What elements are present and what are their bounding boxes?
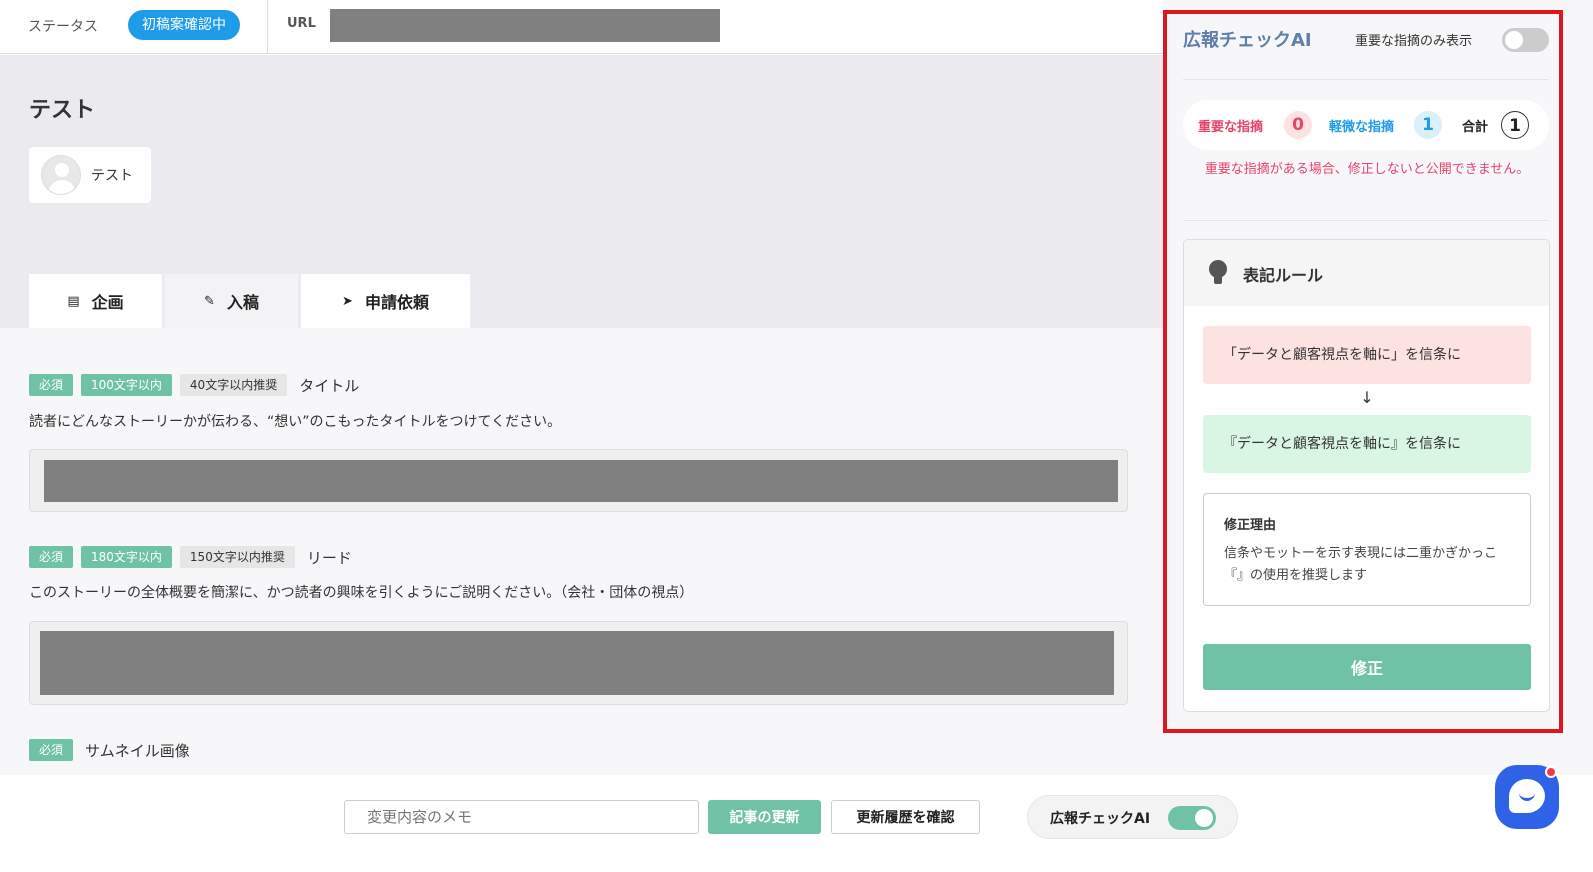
redacted-content [40,631,1114,695]
field-description: このストーリーの全体概要を簡潔に、かつ読者の興味を引くようにご説明ください。（会… [29,585,694,601]
avatar [41,155,81,195]
view-history-button[interactable]: 更新履歴を確認 [831,800,980,834]
tab-planning[interactable]: ▤ 企画 [29,274,162,328]
reason-box: 修正理由 信条やモットーを示す表現には二重かぎかっこ『』の使用を推奨します [1203,493,1531,606]
total-count: 1 [1501,111,1529,139]
redacted-content [44,460,1118,502]
limit-tag: 180文字以内 [81,546,172,568]
tab-label: 入稿 [226,293,259,312]
thumbnail-field-header: 必須 サムネイル画像 [29,739,190,761]
bottom-action-bar: 記事の更新 更新履歴を確認 広報チェックAI [0,775,1593,872]
url-label: URL [287,16,316,31]
title-input[interactable] [29,449,1128,512]
total-count-label: 合計 [1462,120,1489,135]
page: ステータス 初稿案確認中 URL テスト テスト ▤ 企画 ✎ 入稿 ➤ 申請依… [0,0,1593,872]
after-text: 『データと顧客視点を軸に』を信条に [1203,415,1531,473]
issue-count-summary: 重要な指摘 0 軽微な指摘 1 合計 1 [1183,100,1549,150]
header: ステータス 初稿案確認中 URL [0,0,1163,54]
title-field-header: 必須 100文字以内 40文字以内推奨 タイトル [29,374,359,396]
calendar-icon: ▤ [67,293,80,309]
field-label: サムネイル画像 [85,741,190,760]
reason-text: 信条やモットーを示す表現には二重かぎかっこ『』の使用を推奨します [1224,546,1498,583]
warning-message: 重要な指摘がある場合、修正しないと公開できません。 [1204,162,1530,177]
article-header-area: テスト テスト ▤ 企画 ✎ 入稿 ➤ 申請依頼 [0,55,1163,328]
fix-button[interactable]: 修正 [1203,644,1531,690]
pencil-icon: ✎ [204,293,215,309]
form-area: 必須 100文字以内 40文字以内推奨 タイトル 読者にどんなストーリーかが伝わ… [0,328,1163,775]
field-description: 読者にどんなストーリーかが伝わる、“想い”のこもったタイトルをつけてください。 [29,414,562,430]
update-article-button[interactable]: 記事の更新 [708,800,821,834]
divider [1183,220,1549,221]
rule-title: 表記ルール [1243,266,1324,285]
ai-check-toggle[interactable] [1168,806,1216,830]
divider [1183,79,1549,80]
rule-card: 表記ルール 「データと顧客視点を軸に」を信条に ↓ 『データと顧客視点を軸に』を… [1183,239,1550,712]
minor-count-label: 軽微な指摘 [1329,120,1395,135]
before-text: 「データと顧客視点を軸に」を信条に [1203,326,1531,384]
status-badge: 初稿案確認中 [128,10,240,40]
required-tag: 必須 [29,546,74,568]
ai-toggle-label: 広報チェックAI [1050,811,1151,827]
author-name: テスト [91,168,133,184]
lead-input[interactable] [29,621,1128,705]
important-only-toggle[interactable] [1502,28,1549,52]
recommend-tag: 40文字以内推奨 [179,374,288,396]
ai-panel-title: 広報チェックAI [1183,30,1312,51]
header-divider [267,0,268,54]
important-only-label: 重要な指摘のみ表示 [1355,34,1473,49]
author-card[interactable]: テスト [29,147,151,203]
tab-bar: ▤ 企画 ✎ 入稿 ➤ 申請依頼 [29,274,470,328]
lead-field-header: 必須 180文字以内 150文字以内推奨 リード [29,546,352,568]
rule-card-header: 表記ルール [1184,240,1549,306]
arrow-down-icon: ↓ [1360,388,1374,407]
send-icon: ➤ [342,293,353,309]
tab-request[interactable]: ➤ 申請依頼 [301,274,470,328]
limit-tag: 100文字以内 [81,374,172,396]
avatar-body [48,180,76,194]
url-field[interactable] [330,9,720,42]
important-count-label: 重要な指摘 [1198,120,1264,135]
avatar-head [55,163,69,177]
field-label: タイトル [299,376,360,395]
page-title: テスト [29,98,96,123]
toggle-knob [1505,31,1523,49]
required-tag: 必須 [29,739,74,761]
notification-dot [1545,766,1557,778]
field-label: リード [306,548,352,567]
status-label: ステータス [28,19,98,35]
reason-title: 修正理由 [1224,518,1277,533]
ai-check-toggle-pill: 広報チェックAI [1027,795,1238,839]
lightbulb-icon [1209,260,1227,286]
important-count: 0 [1284,111,1312,139]
toggle-knob [1195,809,1213,827]
tab-label: 企画 [91,293,124,312]
required-tag: 必須 [29,374,74,396]
recommend-tag: 150文字以内推奨 [179,546,295,568]
tab-submission[interactable]: ✎ 入稿 [165,274,298,328]
memo-input[interactable] [344,800,699,834]
bulb-base [1214,276,1222,284]
minor-count: 1 [1414,111,1442,139]
ai-check-panel: 広報チェックAI 重要な指摘のみ表示 重要な指摘 0 軽微な指摘 1 合計 1 … [1163,10,1563,733]
tab-label: 申請依頼 [364,293,429,312]
